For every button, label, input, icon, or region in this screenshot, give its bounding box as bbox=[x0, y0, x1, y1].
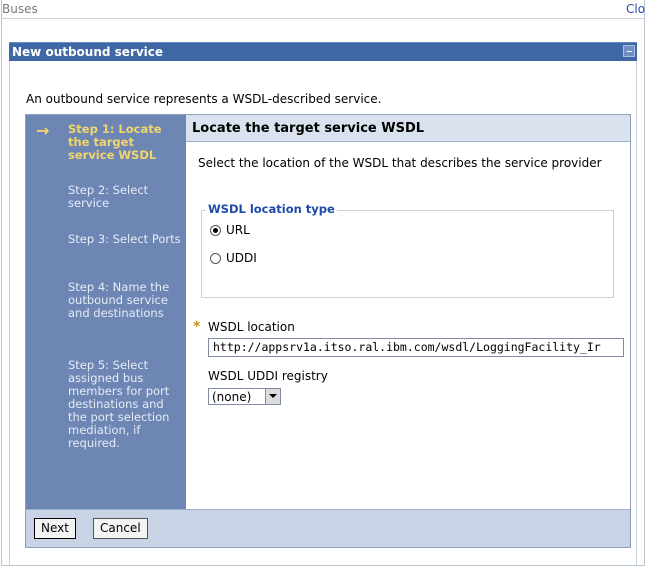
radio-uddi-label: UDDI bbox=[226, 251, 257, 265]
minimize-icon[interactable] bbox=[623, 45, 635, 57]
step-title: Locate the target service WSDL bbox=[192, 121, 425, 136]
wsdl-location-label: WSDL location bbox=[208, 320, 295, 334]
portlet-title-bar: New outbound service bbox=[9, 42, 637, 61]
required-icon: * bbox=[193, 319, 201, 335]
radio-url[interactable] bbox=[210, 224, 221, 236]
uddi-registry-value: (none) bbox=[212, 390, 252, 404]
header-divider bbox=[1, 18, 645, 19]
wizard-step-4: Step 4: Name the outbound service and de… bbox=[68, 280, 170, 320]
location-type-legend: WSDL location type bbox=[206, 202, 337, 216]
intro-text: An outbound service represents a WSDL-de… bbox=[26, 92, 382, 106]
radio-uddi[interactable] bbox=[210, 252, 221, 264]
radio-url-option[interactable]: URL bbox=[210, 223, 250, 237]
step-description: Select the location of the WSDL that des… bbox=[198, 156, 602, 170]
uddi-registry-label: WSDL UDDI registry bbox=[208, 369, 328, 383]
next-button[interactable]: Next bbox=[34, 518, 76, 539]
wsdl-location-input[interactable]: http://appsrv1a.itso.ral.ibm.com/wsdl/Lo… bbox=[208, 338, 624, 357]
cancel-button[interactable]: Cancel bbox=[93, 518, 148, 539]
wizard: → Step 1: Locate the target service WSDL… bbox=[25, 114, 631, 548]
portlet-title: New outbound service bbox=[12, 45, 164, 59]
wizard-step-5: Step 5: Select assigned bus members for … bbox=[68, 358, 170, 450]
wizard-step-1: Step 1: Locate the target service WSDL bbox=[68, 122, 162, 162]
step-content: Select the location of the WSDL that des… bbox=[186, 142, 630, 509]
close-link[interactable]: Clo bbox=[626, 2, 646, 16]
radio-url-label: URL bbox=[226, 223, 250, 237]
wizard-footer: Next Cancel bbox=[26, 509, 630, 547]
uddi-registry-select[interactable]: (none) bbox=[208, 388, 281, 405]
step-header: Locate the target service WSDL bbox=[186, 115, 630, 142]
current-step-arrow-icon: → bbox=[36, 121, 50, 140]
page-title: Buses bbox=[2, 2, 38, 16]
wizard-step-3: Step 3: Select Ports bbox=[68, 232, 181, 246]
chevron-down-icon[interactable] bbox=[265, 389, 280, 404]
radio-uddi-option[interactable]: UDDI bbox=[210, 251, 257, 265]
location-type-group bbox=[201, 210, 614, 298]
wizard-steps-panel: → Step 1: Locate the target service WSDL… bbox=[26, 115, 186, 509]
wizard-step-2: Step 2: Select service bbox=[68, 183, 149, 210]
